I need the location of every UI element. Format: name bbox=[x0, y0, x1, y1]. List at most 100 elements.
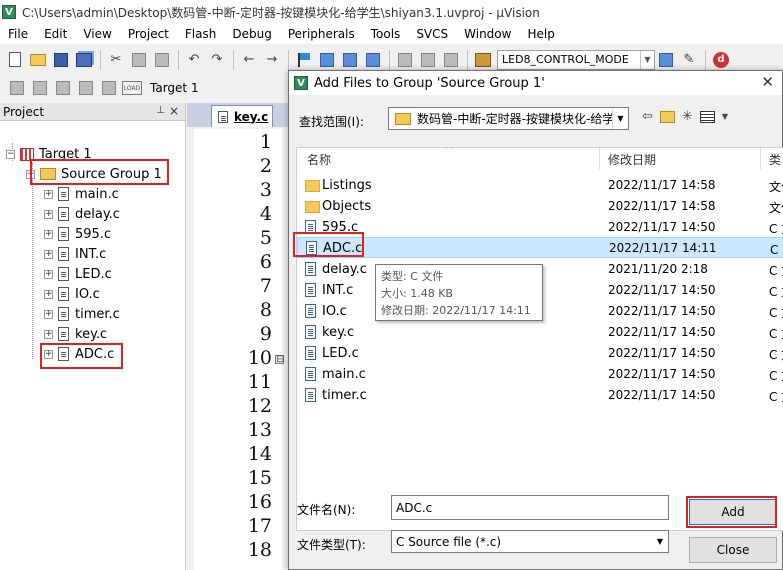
expand-icon[interactable]: + bbox=[44, 309, 53, 319]
translate-icon bbox=[10, 81, 24, 95]
menu-svcs[interactable]: SVCS bbox=[408, 24, 456, 44]
mode-button[interactable] bbox=[472, 49, 494, 71]
tree-file[interactable]: + main.c bbox=[44, 184, 119, 204]
menu-debug[interactable]: Debug bbox=[224, 24, 279, 44]
cut-button[interactable]: ✂ bbox=[105, 49, 127, 71]
file-date: 2022/11/17 14:50 bbox=[608, 283, 716, 297]
highlight-box bbox=[40, 343, 123, 369]
new-folder-icon[interactable]: ✳ bbox=[682, 109, 693, 124]
look-in-select[interactable]: 数码管-中断-定时器-按键模块化-给学 ▼ bbox=[388, 107, 629, 130]
file-row[interactable]: 595.c 2022/11/17 14:50 C 文 bbox=[297, 217, 783, 238]
bookmark-button[interactable] bbox=[293, 49, 315, 71]
nav-forward-button[interactable]: → bbox=[261, 49, 283, 71]
editor-tab-bar: key.c bbox=[187, 103, 297, 127]
file-type: C 文 bbox=[769, 348, 783, 362]
expand-icon[interactable]: + bbox=[44, 289, 53, 299]
menu-tools[interactable]: Tools bbox=[363, 24, 409, 44]
line-number: 1 bbox=[259, 131, 272, 153]
tree-file[interactable]: + IO.c bbox=[44, 284, 100, 304]
rebuild-button[interactable] bbox=[52, 77, 74, 99]
build-icon bbox=[33, 81, 47, 95]
menu-file[interactable]: File bbox=[0, 24, 36, 44]
build-button[interactable] bbox=[29, 77, 51, 99]
translate-button[interactable] bbox=[6, 77, 28, 99]
file-row-selected[interactable]: ADC.c 2022/11/17 14:11 C 文 bbox=[297, 237, 783, 258]
file-row[interactable]: main.c 2022/11/17 14:50 C 文 bbox=[297, 364, 783, 385]
menu-peripherals[interactable]: Peripherals bbox=[280, 24, 363, 44]
menu-edit[interactable]: Edit bbox=[36, 24, 75, 44]
column-header-name[interactable]: 名称 bbox=[307, 148, 331, 170]
stop-build-button[interactable] bbox=[98, 77, 120, 99]
unindent-icon bbox=[421, 52, 435, 67]
close-icon[interactable]: ✕ bbox=[761, 73, 774, 91]
copy-button[interactable] bbox=[128, 49, 150, 71]
filename-input[interactable] bbox=[391, 495, 669, 520]
tree-file[interactable]: + INT.c bbox=[44, 244, 106, 264]
tree-file[interactable]: + key.c bbox=[44, 324, 107, 344]
open-file-button[interactable] bbox=[27, 49, 49, 71]
column-header-type[interactable]: 类 bbox=[769, 148, 781, 170]
menu-view[interactable]: View bbox=[75, 24, 119, 44]
close-button[interactable]: Close bbox=[689, 537, 777, 563]
tab-key-c[interactable]: key.c bbox=[211, 105, 273, 127]
pin-icon[interactable]: ⊥ bbox=[156, 105, 165, 116]
next-bookmark-button[interactable] bbox=[339, 49, 361, 71]
up-folder-icon[interactable] bbox=[659, 110, 675, 123]
file-row[interactable]: key.c 2022/11/17 14:50 C 文 bbox=[297, 322, 783, 343]
clear-bookmarks-button[interactable] bbox=[362, 49, 384, 71]
arrow-right-icon: → bbox=[266, 52, 278, 67]
tree-file[interactable]: + 595.c bbox=[44, 224, 111, 244]
expand-icon[interactable]: + bbox=[44, 229, 53, 239]
debug-start-button[interactable]: d bbox=[710, 49, 732, 71]
expand-icon[interactable]: + bbox=[44, 329, 53, 339]
wrench-button[interactable]: ✎ bbox=[678, 49, 700, 71]
filetype-select[interactable]: C Source file (*.c) ▼ bbox=[391, 530, 669, 553]
file-row[interactable]: LED.c 2022/11/17 14:50 C 文 bbox=[297, 343, 783, 364]
file-tooltip: 类型: C 文件 大小: 1.48 KB 修改日期: 2022/11/17 14… bbox=[375, 264, 543, 321]
paste-button[interactable] bbox=[151, 49, 173, 71]
c-file-icon bbox=[305, 262, 316, 276]
tree-file[interactable]: + LED.c bbox=[44, 264, 112, 284]
tree-file[interactable]: + delay.c bbox=[44, 204, 120, 224]
menu-window[interactable]: Window bbox=[456, 24, 519, 44]
close-icon[interactable]: × bbox=[169, 104, 179, 118]
batch-build-button[interactable] bbox=[75, 77, 97, 99]
folder-icon bbox=[305, 201, 320, 213]
collapse-icon[interactable]: − bbox=[6, 149, 15, 159]
target-select[interactable]: Target 1 bbox=[150, 81, 199, 95]
expand-icon[interactable]: + bbox=[44, 209, 53, 219]
new-file-button[interactable] bbox=[4, 49, 26, 71]
menu-project[interactable]: Project bbox=[120, 24, 177, 44]
save-button[interactable] bbox=[50, 49, 72, 71]
back-arrow-icon[interactable]: ⇦ bbox=[642, 109, 653, 124]
mode-select[interactable]: LED8_CONTROL_MODE ▼ bbox=[497, 49, 655, 70]
download-button[interactable]: LOAD bbox=[121, 77, 143, 99]
chevron-down-icon[interactable]: ▼ bbox=[722, 112, 728, 121]
expand-icon[interactable]: + bbox=[44, 249, 53, 259]
comment-button[interactable] bbox=[440, 49, 462, 71]
stop-build-icon bbox=[102, 81, 116, 95]
tree-file-label: INT.c bbox=[75, 246, 107, 262]
undo-button[interactable]: ↶ bbox=[183, 49, 205, 71]
expand-icon[interactable]: + bbox=[44, 189, 53, 199]
indent-button[interactable] bbox=[394, 49, 416, 71]
view-menu-icon[interactable] bbox=[699, 110, 715, 123]
file-name: INT.c bbox=[322, 283, 354, 298]
tree-file[interactable]: + timer.c bbox=[44, 304, 120, 324]
file-row-folder[interactable]: Objects 2022/11/17 14:58 文件 bbox=[297, 196, 783, 217]
find-in-files-button[interactable] bbox=[655, 49, 677, 71]
file-row-folder[interactable]: Listings 2022/11/17 14:58 文件 bbox=[297, 175, 783, 196]
file-row[interactable]: timer.c 2022/11/17 14:50 C 文 bbox=[297, 385, 783, 406]
unindent-button[interactable] bbox=[417, 49, 439, 71]
redo-button[interactable]: ↷ bbox=[206, 49, 228, 71]
filename-label: 文件名(N): bbox=[297, 503, 356, 517]
menu-flash[interactable]: Flash bbox=[177, 24, 224, 44]
save-all-button[interactable] bbox=[73, 49, 95, 71]
prev-bookmark-button[interactable] bbox=[316, 49, 338, 71]
c-file-icon bbox=[218, 110, 228, 123]
expand-icon[interactable]: + bbox=[44, 269, 53, 279]
menu-help[interactable]: Help bbox=[519, 24, 562, 44]
nav-back-button[interactable]: ← bbox=[238, 49, 260, 71]
column-header-date[interactable]: 修改日期 bbox=[608, 148, 656, 170]
fold-toggle[interactable]: ⊟ bbox=[275, 355, 284, 365]
